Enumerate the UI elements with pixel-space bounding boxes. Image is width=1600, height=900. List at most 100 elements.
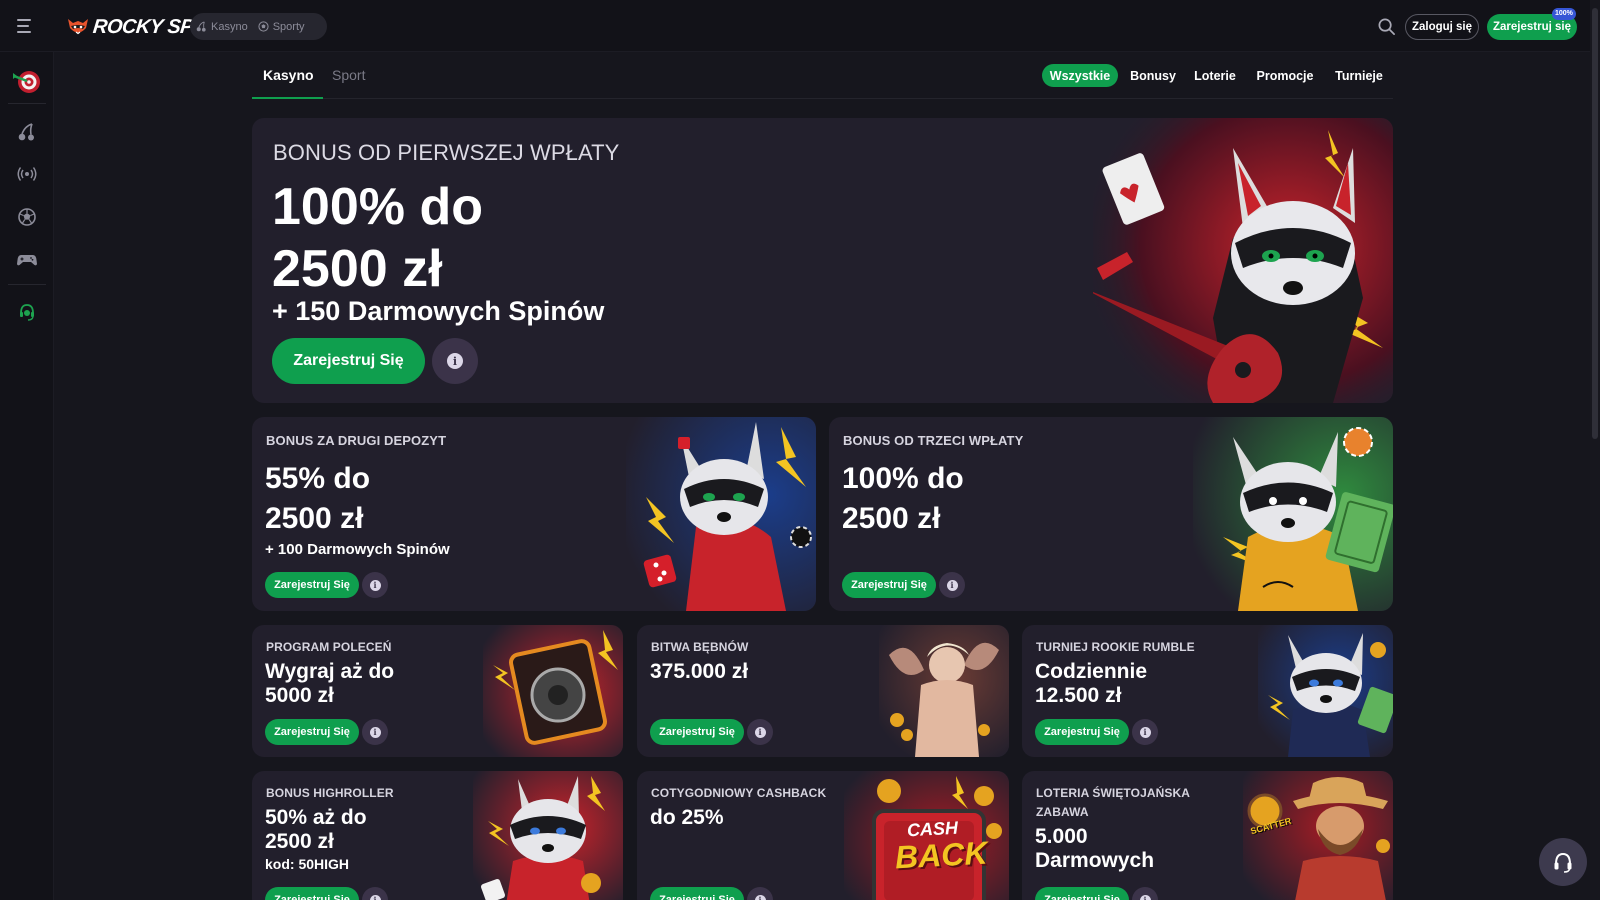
info-icon: i	[447, 353, 463, 369]
card-info-button[interactable]: i	[939, 572, 965, 598]
card-eyebrow: PROGRAM POLECEŃ	[266, 640, 392, 654]
hero-info-button[interactable]: i	[432, 338, 478, 384]
raccoon-rocker-illustration	[1258, 625, 1393, 757]
menu-icon[interactable]	[17, 16, 37, 36]
bonus-card-second-deposit[interactable]: BONUS ZA DRUGI DEPOZYT 55% do 2500 zł + …	[252, 417, 816, 611]
card-headline-1: Codziennie	[1035, 660, 1148, 683]
info-icon: i	[369, 894, 381, 900]
promo-card-referral[interactable]: PROGRAM POLECEŃ Wygraj aż do 5000 zł Zar…	[252, 625, 623, 757]
football-icon[interactable]	[17, 207, 37, 227]
card-register-button[interactable]: Zarejestruj Się	[1035, 887, 1129, 900]
card-register-button[interactable]: Zarejestruj Się	[842, 572, 936, 598]
card-headline-1: 5.000	[1035, 825, 1088, 848]
scrollbar-thumb[interactable]	[1592, 8, 1598, 439]
headset-icon	[1554, 852, 1572, 873]
mode-sports-label: Sporty	[272, 20, 305, 33]
hero-eyebrow: BONUS OD PIERWSZEJ WPŁATY	[273, 140, 620, 165]
promo-card-highroller[interactable]: BONUS HIGHROLLER 50% aż do 2500 zł kod: …	[252, 771, 623, 900]
raccoon-money-illustration	[1193, 417, 1393, 611]
mode-casino[interactable]: Kasyno	[196, 21, 248, 33]
card-info-button[interactable]: i	[747, 887, 773, 900]
card-headline-2: 2500 zł	[265, 830, 334, 853]
support-agent-icon[interactable]	[17, 302, 37, 322]
bonus-card-third-deposit[interactable]: BONUS OD TRZECI WPŁATY 100% do 2500 zł Z…	[829, 417, 1393, 611]
info-icon: i	[369, 579, 381, 591]
filter-tournaments[interactable]: Turnieje	[1333, 64, 1385, 87]
card-headline-1: Wygraj aż do	[265, 660, 395, 683]
card-register-button[interactable]: Zarejestruj Się	[265, 719, 359, 745]
register-bonus-badge: 100%	[1552, 8, 1576, 20]
info-icon: i	[754, 894, 766, 900]
cowboy-scatter-illustration	[1243, 771, 1393, 900]
tab-casino[interactable]: Kasyno	[263, 67, 314, 83]
scrollbar[interactable]	[1590, 0, 1600, 900]
card-eyebrow: BITWA BĘBNÓW	[651, 640, 749, 654]
cashback-art-text-2: BACK	[894, 834, 989, 876]
card-register-button[interactable]: Zarejestruj Się	[1035, 719, 1129, 745]
search-icon[interactable]	[1377, 17, 1396, 36]
card-headline-2: 2500 zł	[842, 502, 941, 535]
football-icon	[258, 21, 269, 32]
angel-character-illustration	[879, 625, 1009, 757]
card-register-button[interactable]: Zarejestruj Się	[650, 887, 744, 900]
sidebar-divider	[8, 284, 46, 285]
hero-bonus-card[interactable]: BONUS OD PIERWSZEJ WPŁATY 100% do 2500 z…	[252, 118, 1393, 403]
support-chat-button[interactable]	[1539, 838, 1587, 886]
sub-navigation: Kasyno Sport Wszystkie Bonusy Loterie Pr…	[252, 58, 1393, 99]
tab-sport[interactable]: Sport	[332, 67, 365, 83]
filter-lotteries[interactable]: Loterie	[1192, 64, 1238, 87]
card-info-button[interactable]: i	[747, 719, 773, 745]
card-eyebrow: BONUS OD TRZECI WPŁATY	[843, 433, 1024, 448]
card-eyebrow: BONUS ZA DRUGI DEPOZYT	[266, 433, 447, 448]
gamepad-icon[interactable]	[17, 249, 37, 269]
raccoon-guitar-illustration	[1093, 118, 1393, 403]
card-eyebrow-line-1: LOTERIA ŚWIĘTOJAŃSKA	[1036, 786, 1191, 800]
mode-switch: Kasyno Sporty	[190, 13, 327, 40]
mode-casino-label: Kasyno	[211, 20, 248, 33]
promo-card-reel-battle[interactable]: BITWA BĘBNÓW 375.000 zł Zarejestruj Się …	[637, 625, 1009, 757]
mode-sports[interactable]: Sporty	[258, 21, 305, 33]
cherry-icon[interactable]	[17, 122, 37, 142]
card-headline-1: do 25%	[650, 806, 724, 829]
card-register-button[interactable]: Zarejestruj Się	[265, 572, 359, 598]
card-eyebrow: TURNIEJ ROOKIE RUMBLE	[1036, 640, 1195, 654]
hero-register-button[interactable]: Zarejestruj Się	[272, 338, 425, 384]
card-eyebrow-line-2: ZABAWA	[1036, 805, 1089, 819]
card-eyebrow: COTYGODNIOWY CASHBACK	[651, 786, 827, 800]
card-info-button[interactable]: i	[362, 887, 388, 900]
card-headline-2: 5000 zł	[265, 684, 334, 707]
live-icon[interactable]	[17, 164, 37, 184]
promo-card-weekly-cashback[interactable]: COTYGODNIOWY CASHBACK do 25% Zarejestruj…	[637, 771, 1009, 900]
sidebar-divider	[8, 103, 46, 104]
filter-promotions[interactable]: Promocje	[1254, 64, 1316, 87]
info-icon: i	[754, 726, 766, 738]
card-headline-1: 100% do	[842, 462, 964, 495]
raccoon-dice-illustration	[626, 417, 816, 611]
card-info-button[interactable]: i	[1132, 719, 1158, 745]
sidebar	[0, 52, 54, 900]
card-headline-2: Darmowych	[1035, 849, 1155, 872]
card-headline-2: 12.500 zł	[1035, 684, 1122, 707]
filter-all[interactable]: Wszystkie	[1042, 64, 1118, 87]
hero-headline-1: 100% do	[272, 178, 483, 236]
card-register-button[interactable]: Zarejestruj Się	[265, 887, 359, 900]
hero-headline-2: 2500 zł	[272, 240, 443, 298]
cherry-icon	[196, 21, 206, 32]
speaker-illustration	[483, 625, 623, 757]
promo-card-lottery[interactable]: LOTERIA ŚWIĘTOJAŃSKA ZABAWA 5.000 Darmow…	[1022, 771, 1393, 900]
card-info-button[interactable]: i	[362, 572, 388, 598]
login-button[interactable]: Zaloguj się	[1405, 14, 1479, 40]
raccoon-highroller-illustration	[473, 771, 623, 900]
top-bar: Rocky Spin Kasyno Sporty Zaloguj się Zar…	[0, 0, 1600, 52]
darts-icon[interactable]	[11, 66, 43, 98]
card-eyebrow: BONUS HIGHROLLER	[266, 786, 394, 800]
card-info-button[interactable]: i	[1132, 887, 1158, 900]
filter-bonuses[interactable]: Bonusy	[1128, 64, 1178, 87]
card-promo-code: kod: 50HIGH	[265, 856, 350, 872]
card-info-button[interactable]: i	[362, 719, 388, 745]
info-icon: i	[1139, 894, 1151, 900]
card-register-button[interactable]: Zarejestruj Się	[650, 719, 744, 745]
info-icon: i	[946, 579, 958, 591]
info-icon: i	[369, 726, 381, 738]
promo-card-rookie-rumble[interactable]: TURNIEJ ROOKIE RUMBLE Codziennie 12.500 …	[1022, 625, 1393, 757]
